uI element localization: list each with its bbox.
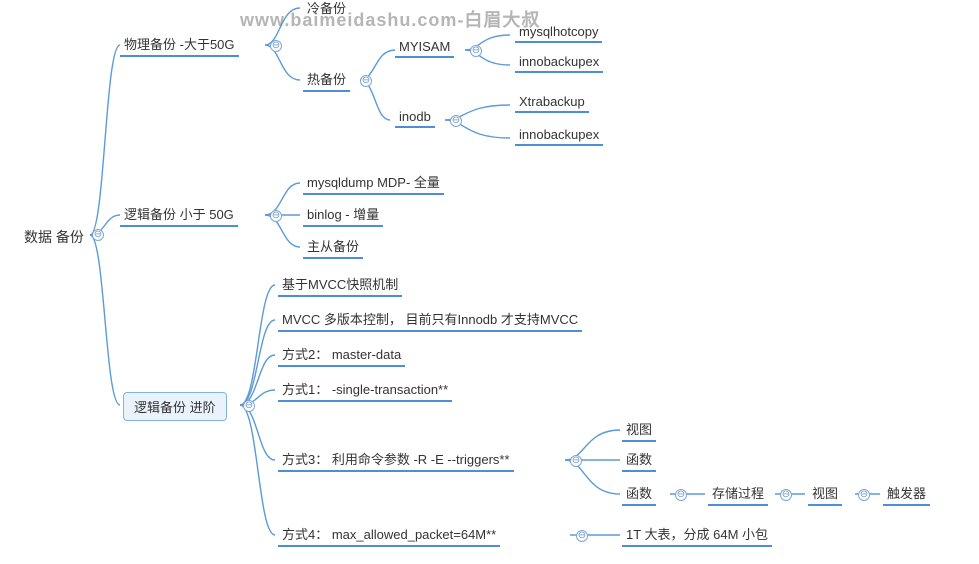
- node-mvcc-snapshot[interactable]: 基于MVCC快照机制: [278, 272, 402, 297]
- node-xtrabackup[interactable]: Xtrabackup: [515, 92, 589, 113]
- connector-lines: [0, 0, 979, 564]
- toggle-hot[interactable]: ⊖: [360, 75, 372, 87]
- node-func-2[interactable]: 函数: [622, 481, 656, 506]
- node-logical-advanced[interactable]: 逻辑备份 进阶: [123, 392, 227, 421]
- node-1t-table[interactable]: 1T 大表，分成 64M 小包: [622, 522, 772, 547]
- node-method4[interactable]: 方式4： max_allowed_packet=64M**: [278, 522, 500, 547]
- node-myisam[interactable]: MYISAM: [395, 37, 454, 58]
- toggle-myisam[interactable]: ⊖: [470, 45, 482, 57]
- node-method3[interactable]: 方式3： 利用命令参数 -R -E --triggers**: [278, 447, 514, 472]
- node-logical-backup[interactable]: 逻辑备份 小于 50G: [120, 202, 238, 227]
- toggle-b3[interactable]: ⊖: [243, 400, 255, 412]
- toggle-method3[interactable]: ⊖: [570, 455, 582, 467]
- node-hot-backup[interactable]: 热备份: [303, 67, 350, 92]
- toggle-func[interactable]: ⊖: [675, 489, 687, 501]
- node-physical-backup[interactable]: 物理备份 -大于50G: [120, 32, 239, 57]
- node-innobackupex-1[interactable]: innobackupex: [515, 52, 603, 73]
- node-func-1[interactable]: 函数: [622, 447, 656, 472]
- root-node[interactable]: 数据 备份: [20, 225, 88, 249]
- node-inodb[interactable]: inodb: [395, 107, 435, 128]
- node-stored-proc[interactable]: 存储过程: [708, 481, 768, 506]
- node-mysqlhotcopy[interactable]: mysqlhotcopy: [515, 22, 602, 43]
- toggle-sp[interactable]: ⊖: [780, 489, 792, 501]
- toggle-root[interactable]: ⊖: [92, 229, 104, 241]
- node-mvcc-multi[interactable]: MVCC 多版本控制， 目前只有Innodb 才支持MVCC: [278, 307, 582, 332]
- node-binlog[interactable]: binlog - 增量: [303, 202, 383, 227]
- node-method2[interactable]: 方式2： master-data: [278, 342, 405, 367]
- node-method1[interactable]: 方式1： -single-transaction**: [278, 377, 452, 402]
- node-master-slave[interactable]: 主从备份: [303, 234, 363, 259]
- node-innobackupex-2[interactable]: innobackupex: [515, 125, 603, 146]
- node-view-2[interactable]: 视图: [808, 481, 842, 506]
- node-cold-backup[interactable]: 冷备份: [303, 0, 350, 19]
- toggle-inodb[interactable]: ⊖: [450, 115, 462, 127]
- toggle-b1[interactable]: ⊖: [270, 40, 282, 52]
- toggle-method4[interactable]: ⊖: [576, 530, 588, 542]
- node-mysqldump[interactable]: mysqldump MDP- 全量: [303, 170, 444, 195]
- node-trigger[interactable]: 触发器: [883, 481, 930, 506]
- toggle-b2[interactable]: ⊖: [270, 210, 282, 222]
- node-view-1[interactable]: 视图: [622, 417, 656, 442]
- toggle-view2[interactable]: ⊖: [858, 489, 870, 501]
